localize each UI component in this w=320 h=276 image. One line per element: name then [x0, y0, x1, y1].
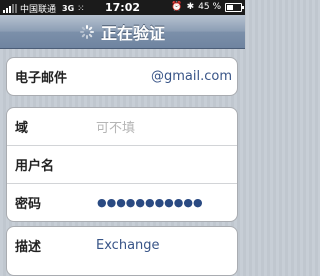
battery-icon — [225, 2, 244, 12]
description-row[interactable]: 描述 Exchange — [7, 227, 237, 264]
description-label: 描述 — [15, 240, 42, 255]
password-label: 密码 — [15, 197, 42, 212]
battery-percent: 45 % — [198, 2, 221, 12]
alarm-icon: ⏰ — [171, 2, 183, 12]
email-field[interactable]: @gmail.com — [151, 69, 232, 84]
email-redaction — [91, 66, 149, 86]
account-group: 域 可不填 用户名 密码 ●●●●●●●●●●● — [6, 107, 238, 222]
password-field[interactable]: ●●●●●●●●●●● — [97, 196, 203, 209]
description-group: 描述 Exchange — [6, 226, 238, 276]
password-row[interactable]: 密码 ●●●●●●●●●●● — [7, 184, 237, 221]
username-label: 用户名 — [15, 159, 55, 174]
status-bar: 中国联通 3G ⁙ 17:02 ⏰ ✱ 45 % — [0, 0, 245, 15]
domain-field[interactable]: 可不填 — [96, 117, 135, 136]
username-field[interactable] — [91, 154, 163, 176]
page-title: 正在验证 — [100, 23, 165, 43]
domain-label: 域 — [15, 121, 29, 136]
email-label: 电子邮件 — [15, 71, 68, 86]
description-field[interactable]: Exchange — [96, 238, 160, 253]
email-group: 电子邮件 @gmail.com — [6, 57, 238, 96]
navigation-bar: 正在验证 — [0, 15, 245, 49]
spinner-icon — [79, 24, 94, 39]
domain-row[interactable]: 域 可不填 — [7, 108, 237, 146]
bluetooth-icon: ✱ — [186, 2, 195, 12]
email-row[interactable]: 电子邮件 @gmail.com — [7, 58, 237, 95]
username-row[interactable]: 用户名 — [7, 146, 237, 184]
